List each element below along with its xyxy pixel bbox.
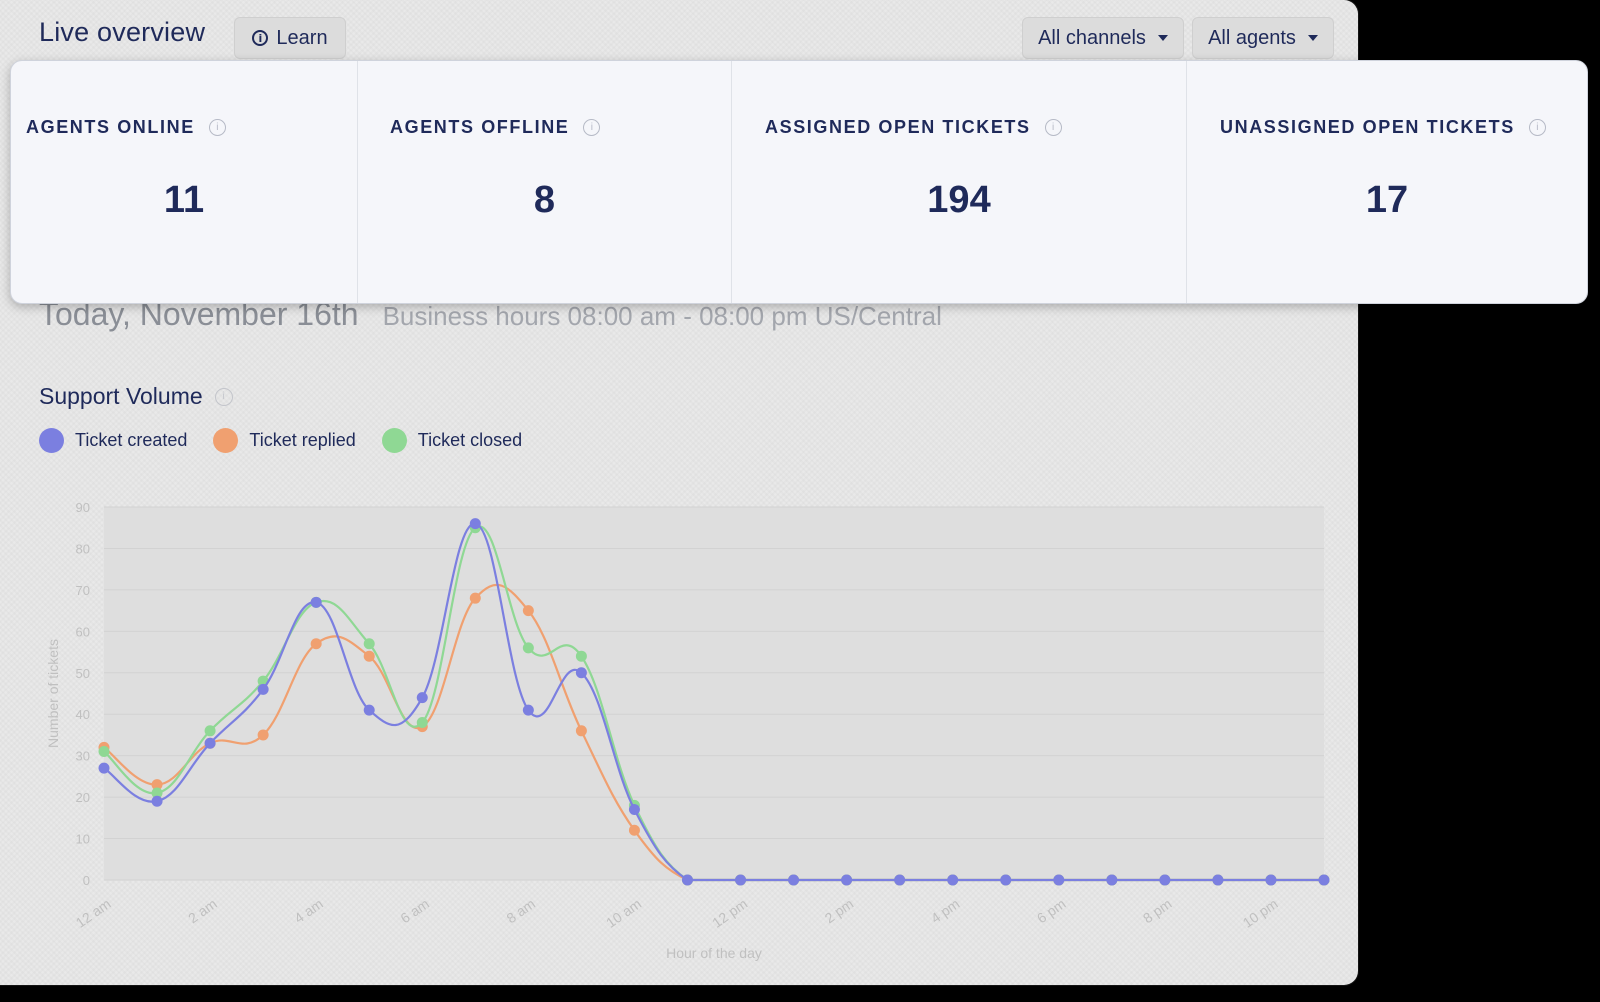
data-point (363, 704, 375, 716)
data-point (1159, 874, 1171, 886)
stat-value: 17 (1365, 179, 1409, 221)
data-point (310, 638, 322, 650)
data-point (788, 874, 800, 886)
info-icon[interactable]: i (1044, 119, 1062, 136)
data-point (257, 683, 269, 695)
data-point (735, 874, 747, 886)
data-point (469, 592, 481, 604)
data-point (947, 874, 959, 886)
x-tick-label: 12 pm (709, 895, 750, 930)
y-tick-label: 0 (83, 873, 90, 888)
data-point (1000, 874, 1012, 886)
data-point (522, 605, 534, 617)
stat-label-row: AGENTS OFFLINE i (390, 117, 601, 138)
x-tick-label: 4 am (291, 895, 326, 926)
stat-value: 194 (927, 179, 991, 221)
stat-label: AGENTS ONLINE (26, 117, 195, 137)
y-axis-label: Number of tickets (45, 639, 61, 748)
x-tick-label: 2 pm (822, 895, 857, 926)
info-icon[interactable]: i (583, 119, 601, 136)
data-point (1212, 874, 1224, 886)
y-tick-label: 20 (76, 790, 90, 805)
stat-assigned-open-tickets: ASSIGNED OPEN TICKETS i 194 (732, 61, 1187, 303)
x-tick-label: 6 am (397, 895, 432, 926)
data-point (522, 642, 534, 654)
data-point (98, 762, 110, 774)
x-tick-label: 8 pm (1140, 895, 1175, 926)
data-point (628, 824, 640, 836)
info-icon[interactable]: i (208, 119, 226, 136)
stat-unassigned-open-tickets: UNASSIGNED OPEN TICKETS i 17 (1187, 61, 1587, 303)
stat-agents-online: AGENTS ONLINE i 11 (11, 61, 358, 303)
data-point (1318, 874, 1330, 886)
data-point (363, 650, 375, 662)
data-point (1053, 874, 1065, 886)
stat-value: 11 (163, 179, 205, 221)
stat-label-row: ASSIGNED OPEN TICKETS i (765, 117, 1062, 138)
stat-label: ASSIGNED OPEN TICKETS (765, 117, 1031, 137)
y-tick-label: 30 (76, 749, 90, 764)
data-point (204, 737, 216, 749)
data-point (363, 638, 375, 650)
data-point (151, 795, 163, 807)
data-point (469, 518, 481, 530)
x-tick-label: 10 am (603, 895, 644, 930)
y-tick-label: 50 (76, 666, 90, 681)
x-tick-label: 2 am (185, 895, 220, 926)
y-tick-label: 70 (76, 583, 90, 598)
y-tick-label: 80 (76, 541, 90, 556)
data-point (1106, 874, 1118, 886)
x-axis-label: Hour of the day (666, 945, 762, 961)
stat-label-row: AGENTS ONLINE i (26, 117, 226, 138)
data-point (1265, 874, 1277, 886)
data-point (310, 596, 322, 608)
x-tick-label: 10 pm (1240, 895, 1281, 930)
x-tick-label: 4 pm (928, 895, 963, 926)
y-tick-label: 10 (76, 832, 90, 847)
data-point (575, 725, 587, 737)
stat-agents-offline: AGENTS OFFLINE i 8 (358, 61, 732, 303)
stat-value: 8 (533, 179, 556, 221)
x-tick-label: 12 am (73, 895, 114, 930)
data-point (416, 692, 428, 704)
data-point (681, 874, 693, 886)
data-point (628, 804, 640, 816)
x-tick-label: 8 am (503, 895, 538, 926)
data-point (575, 667, 587, 679)
y-tick-label: 60 (76, 624, 90, 639)
info-icon[interactable]: i (1528, 119, 1546, 136)
data-point (416, 717, 428, 729)
data-point (257, 729, 269, 741)
y-tick-label: 90 (76, 500, 90, 515)
stat-label-row: UNASSIGNED OPEN TICKETS i (1220, 117, 1546, 138)
y-tick-label: 40 (76, 707, 90, 722)
data-point (98, 746, 110, 758)
stats-card: AGENTS ONLINE i 11 AGENTS OFFLINE i 8 AS… (10, 60, 1588, 304)
data-point (841, 874, 853, 886)
stat-label: AGENTS OFFLINE (390, 117, 570, 137)
data-point (575, 650, 587, 662)
stat-label: UNASSIGNED OPEN TICKETS (1220, 117, 1515, 137)
data-point (894, 874, 906, 886)
data-point (522, 704, 534, 716)
x-tick-label: 6 pm (1034, 895, 1069, 926)
data-point (204, 725, 216, 737)
